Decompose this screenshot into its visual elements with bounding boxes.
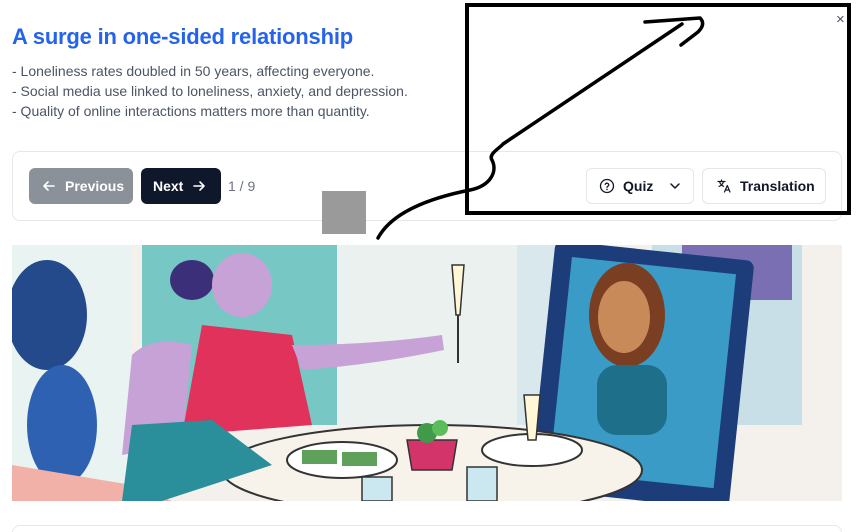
bottom-panel bbox=[12, 525, 842, 532]
bullet-item: - Loneliness rates doubled in 50 years, … bbox=[12, 63, 375, 79]
slide-illustration bbox=[12, 245, 842, 501]
bullet-item: - Social media use linked to loneliness,… bbox=[12, 83, 408, 99]
illustration-graphic bbox=[12, 245, 842, 501]
summary-bullets: - Loneliness rates doubled in 50 years, … bbox=[12, 61, 408, 121]
previous-button[interactable]: Previous bbox=[29, 168, 133, 204]
annotation-rectangle bbox=[465, 3, 851, 215]
bullet-item: - Quality of online interactions matters… bbox=[12, 103, 370, 119]
page-counter: 1 / 9 bbox=[228, 178, 256, 194]
gray-placeholder-box bbox=[322, 191, 366, 234]
arrow-left-icon bbox=[41, 178, 57, 194]
next-label: Next bbox=[153, 178, 184, 194]
arrow-right-icon bbox=[191, 178, 207, 194]
previous-label: Previous bbox=[65, 178, 125, 194]
next-button[interactable]: Next bbox=[141, 168, 221, 204]
slide-title: A surge in one-sided relationship bbox=[12, 24, 353, 49]
